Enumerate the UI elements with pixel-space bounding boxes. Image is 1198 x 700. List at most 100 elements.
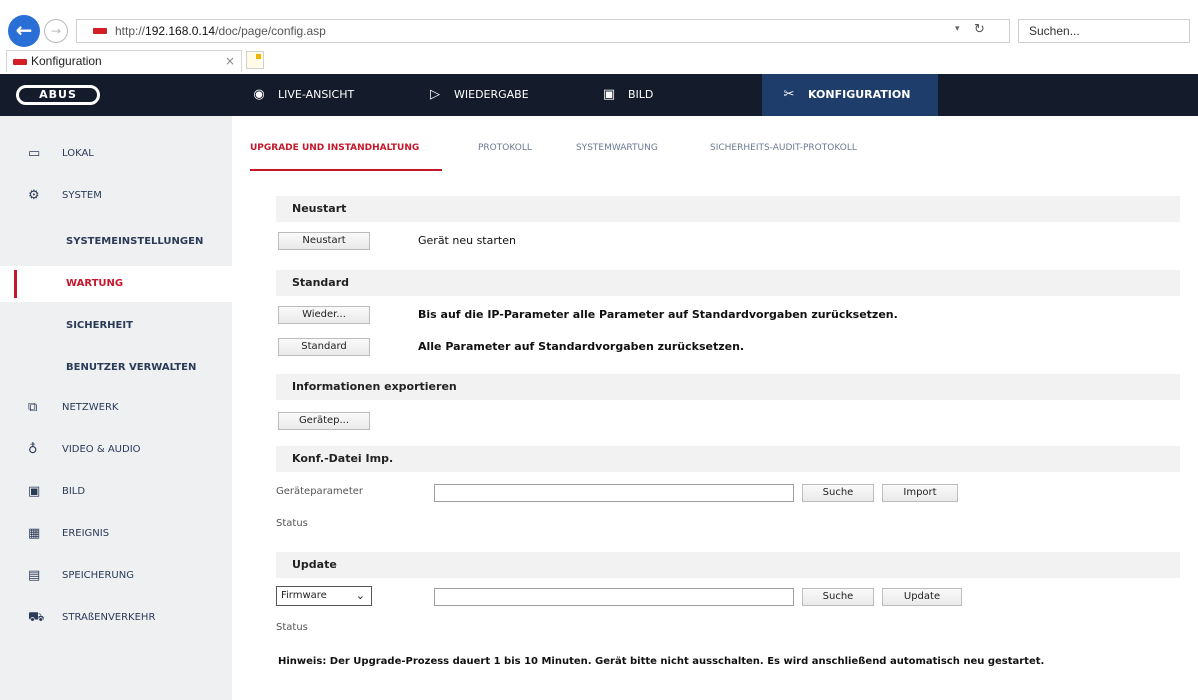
- back-arrow-icon[interactable]: ←: [8, 15, 40, 47]
- url-prefix: http://: [115, 24, 146, 38]
- sidebar-item-security[interactable]: SICHERHEIT: [0, 308, 232, 344]
- sidebar-item-label: BILD: [62, 486, 86, 497]
- app-header: ABUS ◉ LIVE-ANSICHT ▷ WIEDERGABE ▣ BILD ✂ KO…: [0, 74, 1198, 116]
- tab-log[interactable]: PROTOKOLL: [478, 143, 532, 153]
- sidebar-item-label: SICHERHEIT: [66, 320, 133, 331]
- sidebar-item-label: VIDEO & AUDIO: [62, 444, 141, 455]
- chevron-down-icon: ⌄: [355, 589, 365, 602]
- monitor-icon: ▭: [28, 146, 41, 161]
- update-status-label: Status: [276, 622, 308, 633]
- import-button[interactable]: Import: [882, 484, 958, 502]
- calendar-icon: ▦: [28, 526, 41, 541]
- export-device-params-button[interactable]: Gerätep...: [278, 412, 370, 430]
- gear-icon: ⚙: [28, 188, 40, 203]
- active-tab-underline: [250, 169, 442, 171]
- sidebar-item-label: SPEICHERUNG: [62, 570, 134, 581]
- tools-icon: ✂: [783, 87, 795, 102]
- sidebar-item-user-management[interactable]: BENUTZER VERWALTEN: [0, 350, 232, 386]
- sidebar-item-label: STRAßENVERKEHR: [62, 612, 156, 623]
- nav-image-label: BILD: [628, 88, 654, 101]
- section-restart-title: Neustart: [276, 196, 1180, 222]
- update-type-selected: Firmware: [281, 590, 327, 601]
- browser-search-placeholder: Suchen...: [1029, 24, 1080, 38]
- sidebar-item-label: WARTUNG: [66, 278, 124, 289]
- restart-button[interactable]: Neustart: [278, 232, 370, 250]
- restore-description: Bis auf die IP-Parameter alle Parameter …: [418, 308, 898, 321]
- play-icon: ▷: [430, 87, 440, 102]
- new-tab-icon[interactable]: [246, 51, 264, 69]
- sidebar-item-video-audio[interactable]: ♁ VIDEO & AUDIO: [0, 432, 232, 468]
- forward-arrow-icon[interactable]: →: [44, 19, 68, 43]
- main-content: UPGRADE UND INSTANDHALTUNG PROTOKOLL SYS…: [232, 116, 1198, 700]
- nav-configuration[interactable]: ✂ KONFIGURATION: [762, 74, 938, 116]
- tab-favicon-icon: [13, 59, 27, 65]
- sidebar-item-system[interactable]: ⚙ SYSTEM: [0, 178, 232, 214]
- address-dropdown-icon[interactable]: ▾: [955, 24, 960, 34]
- section-update-title: Update: [276, 552, 1180, 578]
- url-text: http://192.168.0.14/doc/page/config.asp: [115, 24, 326, 38]
- nav-playback-label: WIEDERGABE: [454, 88, 529, 101]
- sidebar-item-event[interactable]: ▦ EREIGNIS: [0, 516, 232, 552]
- site-favicon-icon: [93, 28, 107, 34]
- section-default-title: Standard: [276, 270, 1180, 296]
- update-button[interactable]: Update: [882, 588, 962, 606]
- update-type-select[interactable]: Firmware ⌄: [276, 586, 372, 606]
- sidebar-item-road-traffic[interactable]: ⛟ STRAßENVERKEHR: [0, 600, 232, 636]
- browser-tab[interactable]: Konfiguration ×: [6, 50, 242, 72]
- sidebar-item-label: SYSTEMEINSTELLUNGEN: [66, 236, 204, 247]
- nav-configuration-label: KONFIGURATION: [808, 88, 911, 101]
- sidebar: ▭ LOKAL ⚙ SYSTEM SYSTEMEINSTELLUNGEN WARTU…: [0, 116, 232, 700]
- active-indicator: [14, 270, 17, 298]
- nav-image[interactable]: ▣ BILD: [598, 74, 654, 116]
- tab-upgrade-maintenance[interactable]: UPGRADE UND INSTANDHALTUNG: [250, 143, 419, 153]
- tab-close-icon[interactable]: ×: [225, 54, 235, 68]
- sub-tabs: UPGRADE UND INSTANDHALTUNG PROTOKOLL SYS…: [232, 116, 1198, 174]
- sidebar-item-label: NETZWERK: [62, 402, 119, 413]
- sidebar-item-network[interactable]: ⧉ NETZWERK: [0, 390, 232, 426]
- default-description: Alle Parameter auf Standardvorgaben zurü…: [418, 340, 745, 353]
- browser-tab-row: Konfiguration ×: [0, 48, 1198, 72]
- nav-live-view-label: LIVE-ANSICHT: [278, 88, 355, 101]
- sidebar-item-storage[interactable]: ▤ SPEICHERUNG: [0, 558, 232, 594]
- tab-security-audit-log[interactable]: SICHERHEITS-AUDIT-PROTOKOLL: [710, 143, 857, 153]
- update-browse-button[interactable]: Suche: [802, 588, 874, 606]
- storage-icon: ▤: [28, 568, 41, 583]
- section-import-title: Konf.-Datei Imp.: [276, 446, 1180, 472]
- url-path: /doc/page/config.asp: [215, 24, 326, 38]
- vehicle-icon: ⛟: [28, 610, 45, 625]
- restore-button[interactable]: Wieder...: [278, 306, 370, 324]
- default-button[interactable]: Standard: [278, 338, 370, 356]
- eye-icon: ◉: [253, 87, 265, 102]
- logo-text: ABUS: [19, 88, 97, 102]
- sidebar-item-maintenance[interactable]: WARTUNG: [0, 266, 232, 302]
- nav-playback[interactable]: ▷ WIEDERGABE: [424, 74, 529, 116]
- import-browse-button[interactable]: Suche: [802, 484, 874, 502]
- upgrade-hint: Hinweis: Der Upgrade-Prozess dauert 1 bi…: [278, 656, 1045, 667]
- import-file-path-input[interactable]: [434, 484, 794, 502]
- update-file-path-input[interactable]: [434, 588, 794, 606]
- sidebar-item-label: SYSTEM: [62, 190, 102, 201]
- import-status-label: Status: [276, 518, 308, 529]
- abus-logo: ABUS: [16, 85, 100, 105]
- tab-system-maintenance[interactable]: SYSTEMWARTUNG: [576, 143, 658, 153]
- sidebar-item-label: LOKAL: [62, 148, 94, 159]
- sidebar-item-image[interactable]: ▣ BILD: [0, 474, 232, 510]
- refresh-icon[interactable]: ↻: [974, 22, 985, 37]
- sidebar-item-local[interactable]: ▭ LOKAL: [0, 136, 232, 172]
- restart-description: Gerät neu starten: [418, 234, 516, 247]
- url-host: 192.168.0.14: [145, 24, 216, 38]
- address-bar[interactable]: http://192.168.0.14/doc/page/config.asp …: [76, 19, 1010, 43]
- sidebar-item-system-settings[interactable]: SYSTEMEINSTELLUNGEN: [0, 224, 232, 260]
- nav-live-view[interactable]: ◉ LIVE-ANSICHT: [248, 74, 354, 116]
- network-icon: ⧉: [28, 400, 38, 415]
- sidebar-item-label: BENUTZER VERWALTEN: [66, 362, 197, 373]
- microphone-icon: ♁: [28, 442, 38, 457]
- sidebar-item-label: EREIGNIS: [62, 528, 110, 539]
- section-export-title: Informationen exportieren: [276, 374, 1180, 400]
- image-icon: ▣: [602, 87, 616, 102]
- image-icon: ▣: [28, 484, 41, 499]
- browser-search-input[interactable]: Suchen...: [1018, 19, 1190, 43]
- browser-tab-title: Konfiguration: [31, 54, 102, 68]
- browser-toolbar: ← → http://192.168.0.14/doc/page/config.…: [0, 0, 1198, 48]
- device-parameters-label: Geräteparameter: [276, 486, 364, 497]
